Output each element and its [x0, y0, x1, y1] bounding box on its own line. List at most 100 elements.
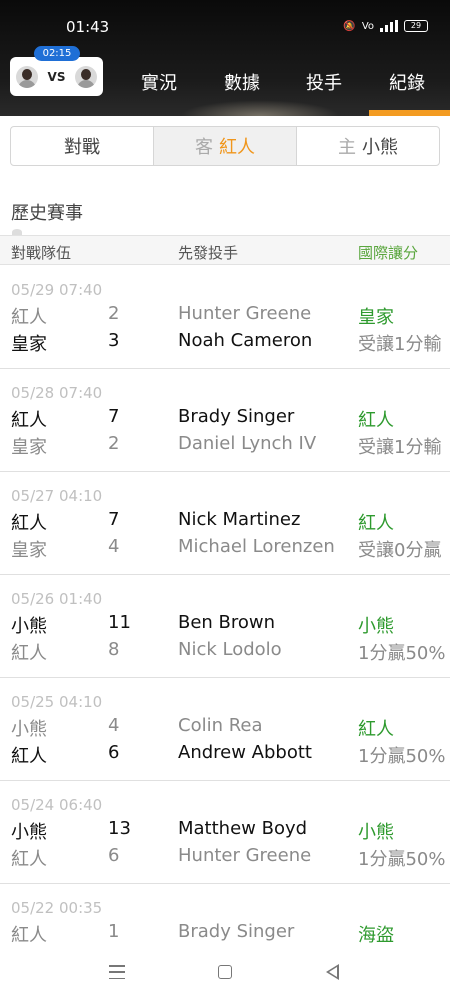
starting-pitcher: Brady Singer: [178, 406, 295, 427]
team-name: 紅人: [11, 513, 47, 534]
handicap-winner: 紅人: [358, 410, 394, 431]
active-tab-indicator: [369, 110, 450, 116]
battery-icon: 29: [404, 20, 428, 32]
matchup-card[interactable]: 02:15 VS: [10, 46, 103, 96]
team-name: 紅人: [11, 410, 47, 431]
team-name: 紅人: [11, 746, 47, 767]
away-pitcher-avatar: [16, 65, 38, 88]
starting-pitcher: Daniel Lynch IV: [178, 433, 317, 454]
handicap-result: 1分贏50%: [358, 643, 446, 664]
segment-head-to-head[interactable]: 對戰: [11, 127, 154, 165]
team-name: 紅人: [11, 643, 47, 664]
starting-pitcher: Matthew Boyd: [178, 818, 308, 839]
segment-label: 紅人: [219, 137, 255, 158]
handicap-winner: 皇家: [358, 307, 394, 328]
team-score: 7: [108, 509, 120, 530]
team-score: 4: [108, 715, 120, 736]
games-list: 05/29 07:40 紅人 2 Hunter Greene 皇家 皇家 3 N…: [0, 266, 450, 987]
status-time: 01:43: [66, 18, 110, 36]
team-name: 小熊: [11, 822, 47, 843]
game-row[interactable]: 05/24 06:40 小熊 13 Matthew Boyd 小熊 紅人 6 H…: [0, 781, 450, 884]
team-score: 11: [108, 612, 131, 633]
starting-pitcher: Hunter Greene: [178, 303, 312, 324]
starting-pitcher: Hunter Greene: [178, 845, 312, 866]
game-row[interactable]: 05/26 01:40 小熊 11 Ben Brown 小熊 紅人 8 Nick…: [0, 575, 450, 678]
col-handicap[interactable]: 國際讓分: [358, 242, 418, 263]
team-score: 7: [108, 406, 120, 427]
column-header: 對戰隊伍 先發投手 國際讓分: [0, 235, 450, 265]
game-date: 05/25 04:10: [11, 693, 103, 711]
handicap-result: 受讓1分輸: [358, 334, 442, 355]
handicap-result: 1分贏50%: [358, 849, 446, 870]
starting-pitcher: Ben Brown: [178, 612, 276, 633]
team-score: 3: [108, 330, 120, 351]
header-glow: [180, 100, 340, 116]
top-header: 01:43 🔕 Vo 29 02:15 VS 實況 數據 投手 紀錄: [0, 0, 450, 116]
game-row[interactable]: 05/25 04:10 小熊 4 Colin Rea 紅人 紅人 6 Andre…: [0, 678, 450, 781]
starting-pitcher: Nick Lodolo: [178, 639, 282, 660]
game-date: 05/28 07:40: [11, 384, 103, 402]
team-name: 紅人: [11, 307, 47, 328]
game-row[interactable]: 05/29 07:40 紅人 2 Hunter Greene 皇家 皇家 3 N…: [0, 266, 450, 369]
starting-pitcher: Michael Lorenzen: [178, 536, 335, 557]
team-name: 小熊: [11, 616, 47, 637]
segment-label: 小熊: [362, 137, 398, 158]
game-date: 05/27 04:10: [11, 487, 103, 505]
team-name: 小熊: [11, 719, 47, 740]
back-icon[interactable]: [326, 964, 339, 980]
game-date: 05/29 07:40: [11, 281, 103, 299]
system-nav-bar: [0, 944, 450, 1000]
team-score: 6: [108, 845, 120, 866]
game-row[interactable]: 05/28 07:40 紅人 7 Brady Singer 紅人 皇家 2 Da…: [0, 369, 450, 472]
starting-pitcher: Noah Cameron: [178, 330, 313, 351]
team-score: 8: [108, 639, 120, 660]
handicap-winner: 小熊: [358, 822, 394, 843]
team-score: 6: [108, 742, 120, 763]
menu-icon[interactable]: [109, 965, 125, 979]
segment-control: 對戰 客 紅人 主 小熊: [10, 126, 440, 166]
mute-icon: 🔕: [343, 20, 356, 32]
team-name: 紅人: [11, 849, 47, 870]
team-name: 皇家: [11, 540, 47, 561]
segment-label: 對戰: [64, 137, 100, 158]
tab-live[interactable]: 實況: [141, 69, 177, 95]
status-icons: 🔕 Vo 29: [343, 20, 428, 32]
tab-records[interactable]: 紀錄: [389, 69, 425, 95]
home-pitcher-avatar: [75, 65, 97, 88]
team-score: 13: [108, 818, 131, 839]
segment-home-team[interactable]: 主 小熊: [297, 127, 439, 165]
team-score: 2: [108, 433, 120, 454]
handicap-result: 受讓1分輸: [358, 437, 442, 458]
team-score: 2: [108, 303, 120, 324]
segment-prefix: 客: [195, 137, 213, 158]
starting-pitcher: Colin Rea: [178, 715, 263, 736]
handicap-result: 受讓0分贏: [358, 540, 442, 561]
handicap-winner: 小熊: [358, 616, 394, 637]
game-date: 05/22 00:35: [11, 899, 103, 917]
handicap-winner: 紅人: [358, 719, 394, 740]
segment-away-team[interactable]: 客 紅人: [154, 127, 297, 165]
handicap-winner: 紅人: [358, 513, 394, 534]
tab-pitcher[interactable]: 投手: [306, 69, 342, 95]
signal-icon: [380, 20, 398, 32]
game-time-badge: 02:15: [34, 46, 80, 61]
team-score: 1: [108, 921, 120, 942]
team-name: 皇家: [11, 437, 47, 458]
starting-pitcher: Nick Martinez: [178, 509, 301, 530]
team-name: 皇家: [11, 334, 47, 355]
col-pitcher: 先發投手: [178, 244, 239, 262]
game-date: 05/26 01:40: [11, 590, 103, 608]
tab-stats[interactable]: 數據: [224, 69, 260, 95]
handicap-result: 1分贏50%: [358, 746, 446, 767]
section-title: 歷史賽事: [11, 203, 83, 224]
vs-label: VS: [47, 69, 66, 84]
volte-icon: Vo: [361, 20, 374, 32]
segment-prefix: 主: [338, 137, 356, 158]
starting-pitcher: Andrew Abbott: [178, 742, 312, 763]
team-score: 4: [108, 536, 120, 557]
game-date: 05/24 06:40: [11, 796, 103, 814]
starting-pitcher: Brady Singer: [178, 921, 295, 942]
game-row[interactable]: 05/27 04:10 紅人 7 Nick Martinez 紅人 皇家 4 M…: [0, 472, 450, 575]
home-icon[interactable]: [218, 965, 232, 979]
col-teams: 對戰隊伍: [11, 244, 72, 262]
